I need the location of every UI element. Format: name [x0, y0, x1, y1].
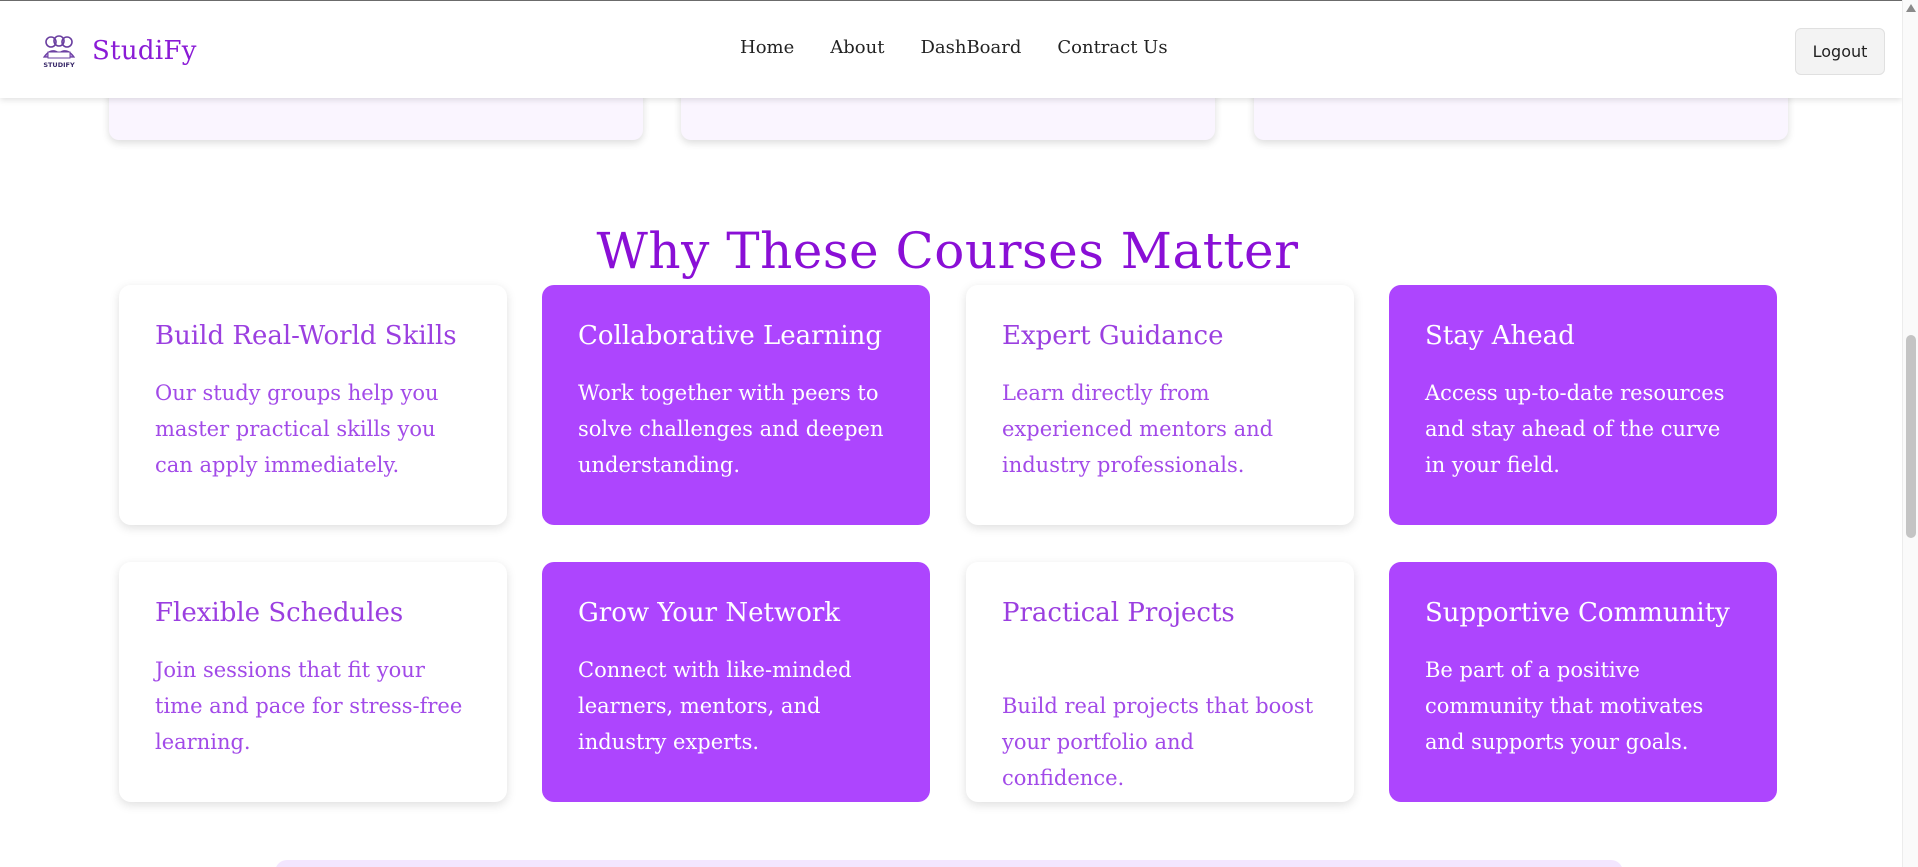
feature-card: Practical Projects Build real projects t…: [966, 562, 1354, 802]
feature-card-title: Collaborative Learning: [578, 321, 883, 351]
nav-home[interactable]: Home: [740, 37, 794, 58]
brand-link[interactable]: STUDIFY StudiFy: [40, 33, 197, 69]
section-title: Why These Courses Matter: [596, 222, 1299, 280]
feature-card-text: Access up-to-date resources and stay ahe…: [1425, 381, 1725, 478]
feature-card: Flexible Schedules Join sessions that fi…: [119, 562, 507, 802]
feature-card-text: Build real projects that boost your port…: [1002, 694, 1314, 791]
feature-card: Supportive Community Be part of a positi…: [1389, 562, 1777, 802]
feature-card-title: Build Real-World Skills: [155, 321, 457, 351]
feature-card-title: Grow Your Network: [578, 598, 841, 628]
next-section-block: [275, 860, 1623, 867]
feature-card-text: Be part of a positive community that mot…: [1425, 658, 1704, 755]
scroll-thumb[interactable]: [1906, 335, 1916, 538]
feature-card-title: Stay Ahead: [1425, 321, 1575, 351]
feature-card-text: Our study groups help you master practic…: [155, 381, 439, 478]
page: STUDIFY StudiFy Home About DashBoard Con…: [0, 0, 1918, 867]
feature-card-text: Connect with like-minded learners, mento…: [578, 658, 852, 755]
feature-card-text: Join sessions that fit your time and pac…: [155, 658, 463, 755]
feature-card: Stay Ahead Access up-to-date resources a…: [1389, 285, 1777, 525]
studify-logo-icon: STUDIFY: [42, 35, 76, 69]
brand-name[interactable]: StudiFy: [92, 36, 197, 66]
navbar: STUDIFY StudiFy Home About DashBoard Con…: [0, 0, 1902, 98]
feature-card: Build Real-World Skills Our study groups…: [119, 285, 507, 525]
feature-card: Expert Guidance Learn directly from expe…: [966, 285, 1354, 525]
svg-text:STUDIFY: STUDIFY: [43, 61, 75, 69]
logout-button[interactable]: Logout: [1795, 28, 1885, 75]
nav-about[interactable]: About: [830, 37, 884, 58]
feature-card-text: Work together with peers to solve challe…: [578, 381, 884, 478]
feature-card-title: Supportive Community: [1425, 598, 1730, 628]
feature-card-title: Flexible Schedules: [155, 598, 404, 628]
nav-links: Home About DashBoard Contract Us: [740, 37, 1168, 58]
feature-card: Grow Your Network Connect with like-mind…: [542, 562, 930, 802]
scroll-up-arrow-icon[interactable]: [1906, 4, 1916, 12]
feature-card: Collaborative Learning Work together wit…: [542, 285, 930, 525]
feature-card-title: Practical Projects: [1002, 598, 1235, 628]
nav-dashboard[interactable]: DashBoard: [920, 37, 1021, 58]
page-scrollbar[interactable]: [1902, 0, 1918, 867]
feature-card-title: Expert Guidance: [1002, 321, 1224, 351]
nav-contact[interactable]: Contract Us: [1057, 37, 1167, 58]
feature-card-text: Learn directly from experienced mentors …: [1002, 381, 1274, 478]
